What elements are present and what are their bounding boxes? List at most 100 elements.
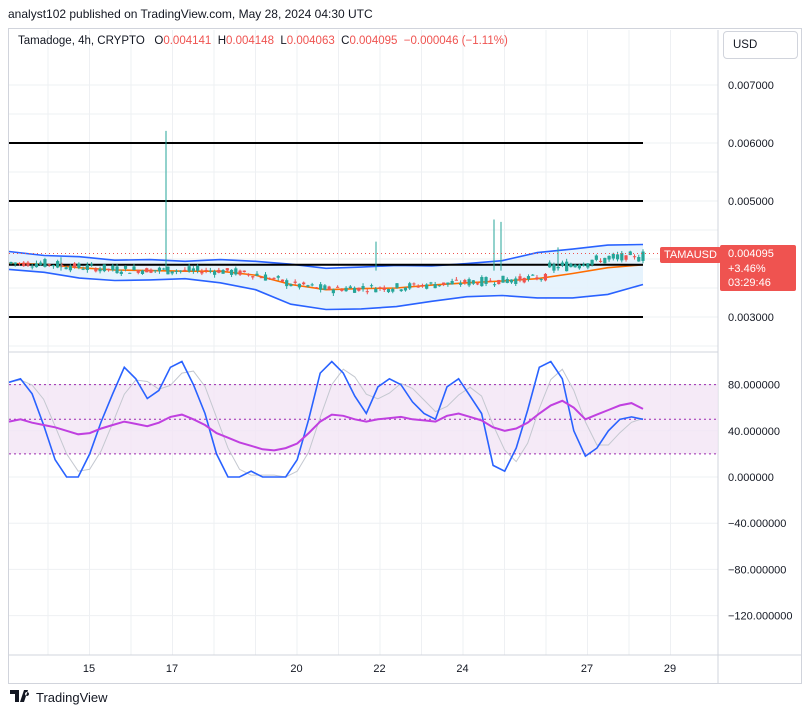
- candle-body: [128, 272, 132, 274]
- candle-body: [492, 284, 497, 286]
- candle-body: [263, 274, 268, 281]
- price-tick-label: 0.005000: [728, 196, 774, 208]
- candle-body: [81, 268, 85, 270]
- candle-body: [259, 277, 263, 279]
- candle-body: [548, 262, 552, 268]
- brand[interactable]: TradingView: [10, 690, 108, 705]
- candle-body: [221, 269, 225, 274]
- candle-body: [488, 280, 492, 282]
- candle-body: [590, 259, 594, 265]
- high-value: 0.004148: [226, 35, 274, 47]
- symbol-legend: Tamadoge, 4h, CRYPTO O0.004141 H0.004148…: [18, 35, 508, 47]
- candle-body: [34, 263, 39, 268]
- time-tick-label: 24: [456, 663, 468, 675]
- candle-body: [442, 282, 446, 285]
- candle-body: [225, 268, 229, 271]
- candle-body: [51, 265, 56, 267]
- candle-body: [170, 271, 174, 274]
- candle-body: [611, 253, 615, 259]
- candle-body: [272, 277, 276, 279]
- candle-body: [191, 268, 195, 272]
- open-value: 0.004141: [163, 35, 212, 47]
- candle-body: [467, 279, 471, 286]
- candle-body: [340, 289, 344, 291]
- candle-body: [64, 267, 68, 270]
- candle-body: [13, 262, 17, 265]
- candle-body: [365, 291, 369, 293]
- candle-body: [344, 287, 348, 292]
- candle-body: [433, 284, 437, 289]
- oscillator-pane: [8, 360, 718, 478]
- candle-body: [208, 270, 212, 272]
- candle-body: [637, 257, 641, 262]
- candle-body: [598, 260, 603, 262]
- chart-canvas[interactable]: 0.007000 0.006000 0.005000 0.003000 80.00000…: [0, 0, 812, 718]
- candle-body: [39, 262, 43, 265]
- candle-body: [641, 251, 645, 261]
- candle-body: [179, 270, 183, 272]
- candle-body: [531, 274, 535, 276]
- candle-body: [102, 264, 106, 272]
- candle-body: [429, 282, 433, 284]
- candle-body: [463, 279, 467, 283]
- candle-body: [319, 284, 323, 290]
- candle-body: [289, 284, 293, 287]
- candle-body: [255, 273, 259, 276]
- close-value: 0.004095: [349, 35, 398, 47]
- candle-body: [624, 255, 628, 260]
- candle-body: [162, 268, 166, 270]
- candle-body: [132, 266, 136, 271]
- candle-body: [505, 279, 509, 283]
- candle-body: [145, 268, 149, 273]
- candle-body: [153, 270, 157, 272]
- candle-body: [569, 263, 573, 268]
- candle-body: [480, 277, 484, 287]
- candle-body: [361, 286, 365, 290]
- price-tick-label: 0.006000: [728, 138, 774, 150]
- candle-body: [352, 287, 357, 293]
- candle-body: [9, 261, 13, 264]
- candle-body: [620, 253, 624, 261]
- candle-body: [378, 287, 382, 289]
- high-label: H: [217, 35, 226, 47]
- candle-body: [615, 254, 620, 260]
- currency-button[interactable]: USD: [723, 31, 798, 59]
- candle-body: [246, 274, 251, 276]
- symbol-tag: TAMAUSD: [660, 247, 721, 263]
- price-tick-label: 0.007000: [728, 80, 774, 92]
- candle-body: [395, 283, 399, 288]
- candle-body: [327, 286, 331, 290]
- candle-body: [632, 256, 637, 258]
- candle-body: [348, 286, 352, 289]
- candle-body: [306, 285, 310, 287]
- time-tick-label: 15: [83, 663, 95, 675]
- stoch-tick-label: −120.000000: [728, 611, 793, 623]
- candle-body: [111, 265, 115, 271]
- candle-body: [140, 270, 145, 274]
- candle-body: [603, 257, 607, 264]
- price-tick-label: 0.003000: [728, 312, 774, 324]
- price-tag: 0.004095 +3.46% 03:29:46: [720, 245, 796, 291]
- candle-body: [450, 281, 454, 285]
- candle-body: [47, 264, 51, 266]
- candle-body: [204, 269, 208, 271]
- candle-body: [94, 268, 98, 272]
- candle-body: [586, 263, 590, 268]
- candle-body: [403, 287, 408, 291]
- change-value: −0.000046 (−1.11%): [403, 35, 508, 47]
- candle-body: [229, 269, 234, 275]
- candle-body: [560, 262, 565, 266]
- candle-body: [106, 268, 111, 270]
- candle-body: [123, 266, 128, 269]
- candle-body: [234, 268, 238, 275]
- candle-body: [425, 284, 429, 289]
- candle-body: [217, 269, 221, 273]
- candle-body: [242, 270, 246, 273]
- candle-body: [157, 267, 162, 272]
- price-tag-change: +3.46%: [728, 262, 766, 275]
- candle-body: [594, 255, 598, 260]
- open-label: O: [154, 35, 164, 47]
- candle-body: [166, 266, 170, 275]
- time-tick-label: 17: [166, 663, 178, 675]
- candle-body: [484, 277, 488, 284]
